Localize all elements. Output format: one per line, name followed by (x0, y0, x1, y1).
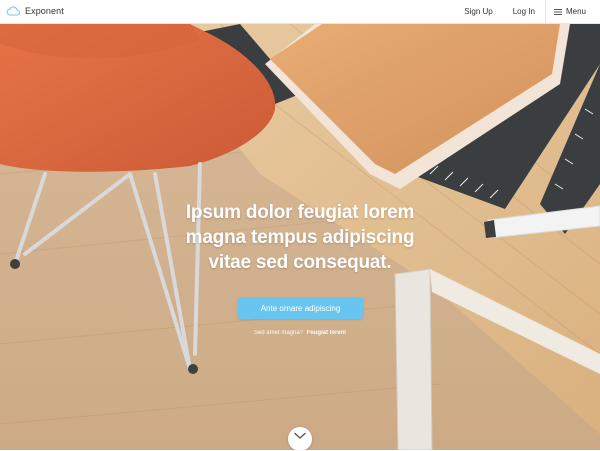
headline-line: vitae sed consequat. (208, 252, 392, 273)
headline-line: magna tempus adipiscing (185, 227, 415, 248)
menu-label: Menu (565, 7, 586, 16)
login-link[interactable]: Log In (503, 0, 545, 24)
brand-name: Exponent (25, 6, 64, 16)
subline-text: Sed amet magna? (253, 330, 303, 336)
signup-link[interactable]: Sign Up (454, 0, 502, 24)
subline-link[interactable]: Feugiat lorem (307, 330, 346, 336)
top-nav: Sign Up Log In Menu (454, 0, 594, 24)
menu-button[interactable]: Menu (544, 0, 594, 24)
chevron-down-icon (294, 432, 306, 439)
hero-headline: Ipsum dolor feugiat lorem magna tempus a… (0, 200, 600, 275)
brand[interactable]: Exponent (6, 6, 64, 16)
header: Exponent Sign Up Log In Menu (0, 0, 600, 24)
hero-section: Ipsum dolor feugiat lorem magna tempus a… (0, 24, 600, 450)
cloud-icon (6, 6, 20, 16)
hamburger-icon (553, 9, 562, 15)
cta-button[interactable]: Ante ornare adipiscing (238, 297, 363, 319)
headline-line: Ipsum dolor feugiat lorem (185, 202, 415, 223)
scroll-down-button[interactable] (288, 427, 312, 451)
hero-subline: Sed amet magna? Feugiat lorem (0, 330, 600, 336)
